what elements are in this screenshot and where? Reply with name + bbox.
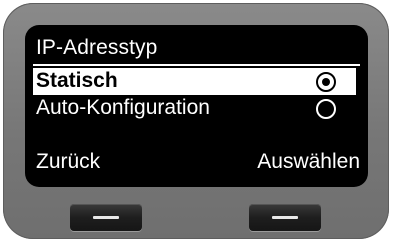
minus-bar-icon bbox=[272, 216, 298, 219]
display-frame: IP-Adresstyp Statisch Auto-Konfiguration… bbox=[25, 25, 368, 187]
radio-dot bbox=[322, 78, 330, 86]
left-softkey-button[interactable] bbox=[70, 204, 142, 231]
screen-title: IP-Adresstyp bbox=[36, 36, 158, 59]
right-softkey-button[interactable] bbox=[249, 204, 321, 231]
radio-selected-icon bbox=[316, 72, 336, 92]
option-auto-konfiguration[interactable]: Auto-Konfiguration bbox=[33, 95, 356, 122]
radio-unselected-icon bbox=[316, 99, 336, 119]
softkey-select-label: Auswählen bbox=[257, 150, 360, 173]
softkey-labels: Zurück Auswählen bbox=[33, 148, 360, 177]
display-screen: IP-Adresstyp Statisch Auto-Konfiguration… bbox=[33, 33, 360, 179]
option-label: Statisch bbox=[36, 69, 118, 92]
title-divider bbox=[33, 64, 360, 66]
option-label: Auto-Konfiguration bbox=[36, 96, 210, 119]
phone-device-body: IP-Adresstyp Statisch Auto-Konfiguration… bbox=[3, 3, 389, 239]
option-statisch[interactable]: Statisch bbox=[33, 68, 356, 95]
minus-bar-icon bbox=[93, 216, 119, 219]
softkey-back-label: Zurück bbox=[36, 150, 101, 173]
